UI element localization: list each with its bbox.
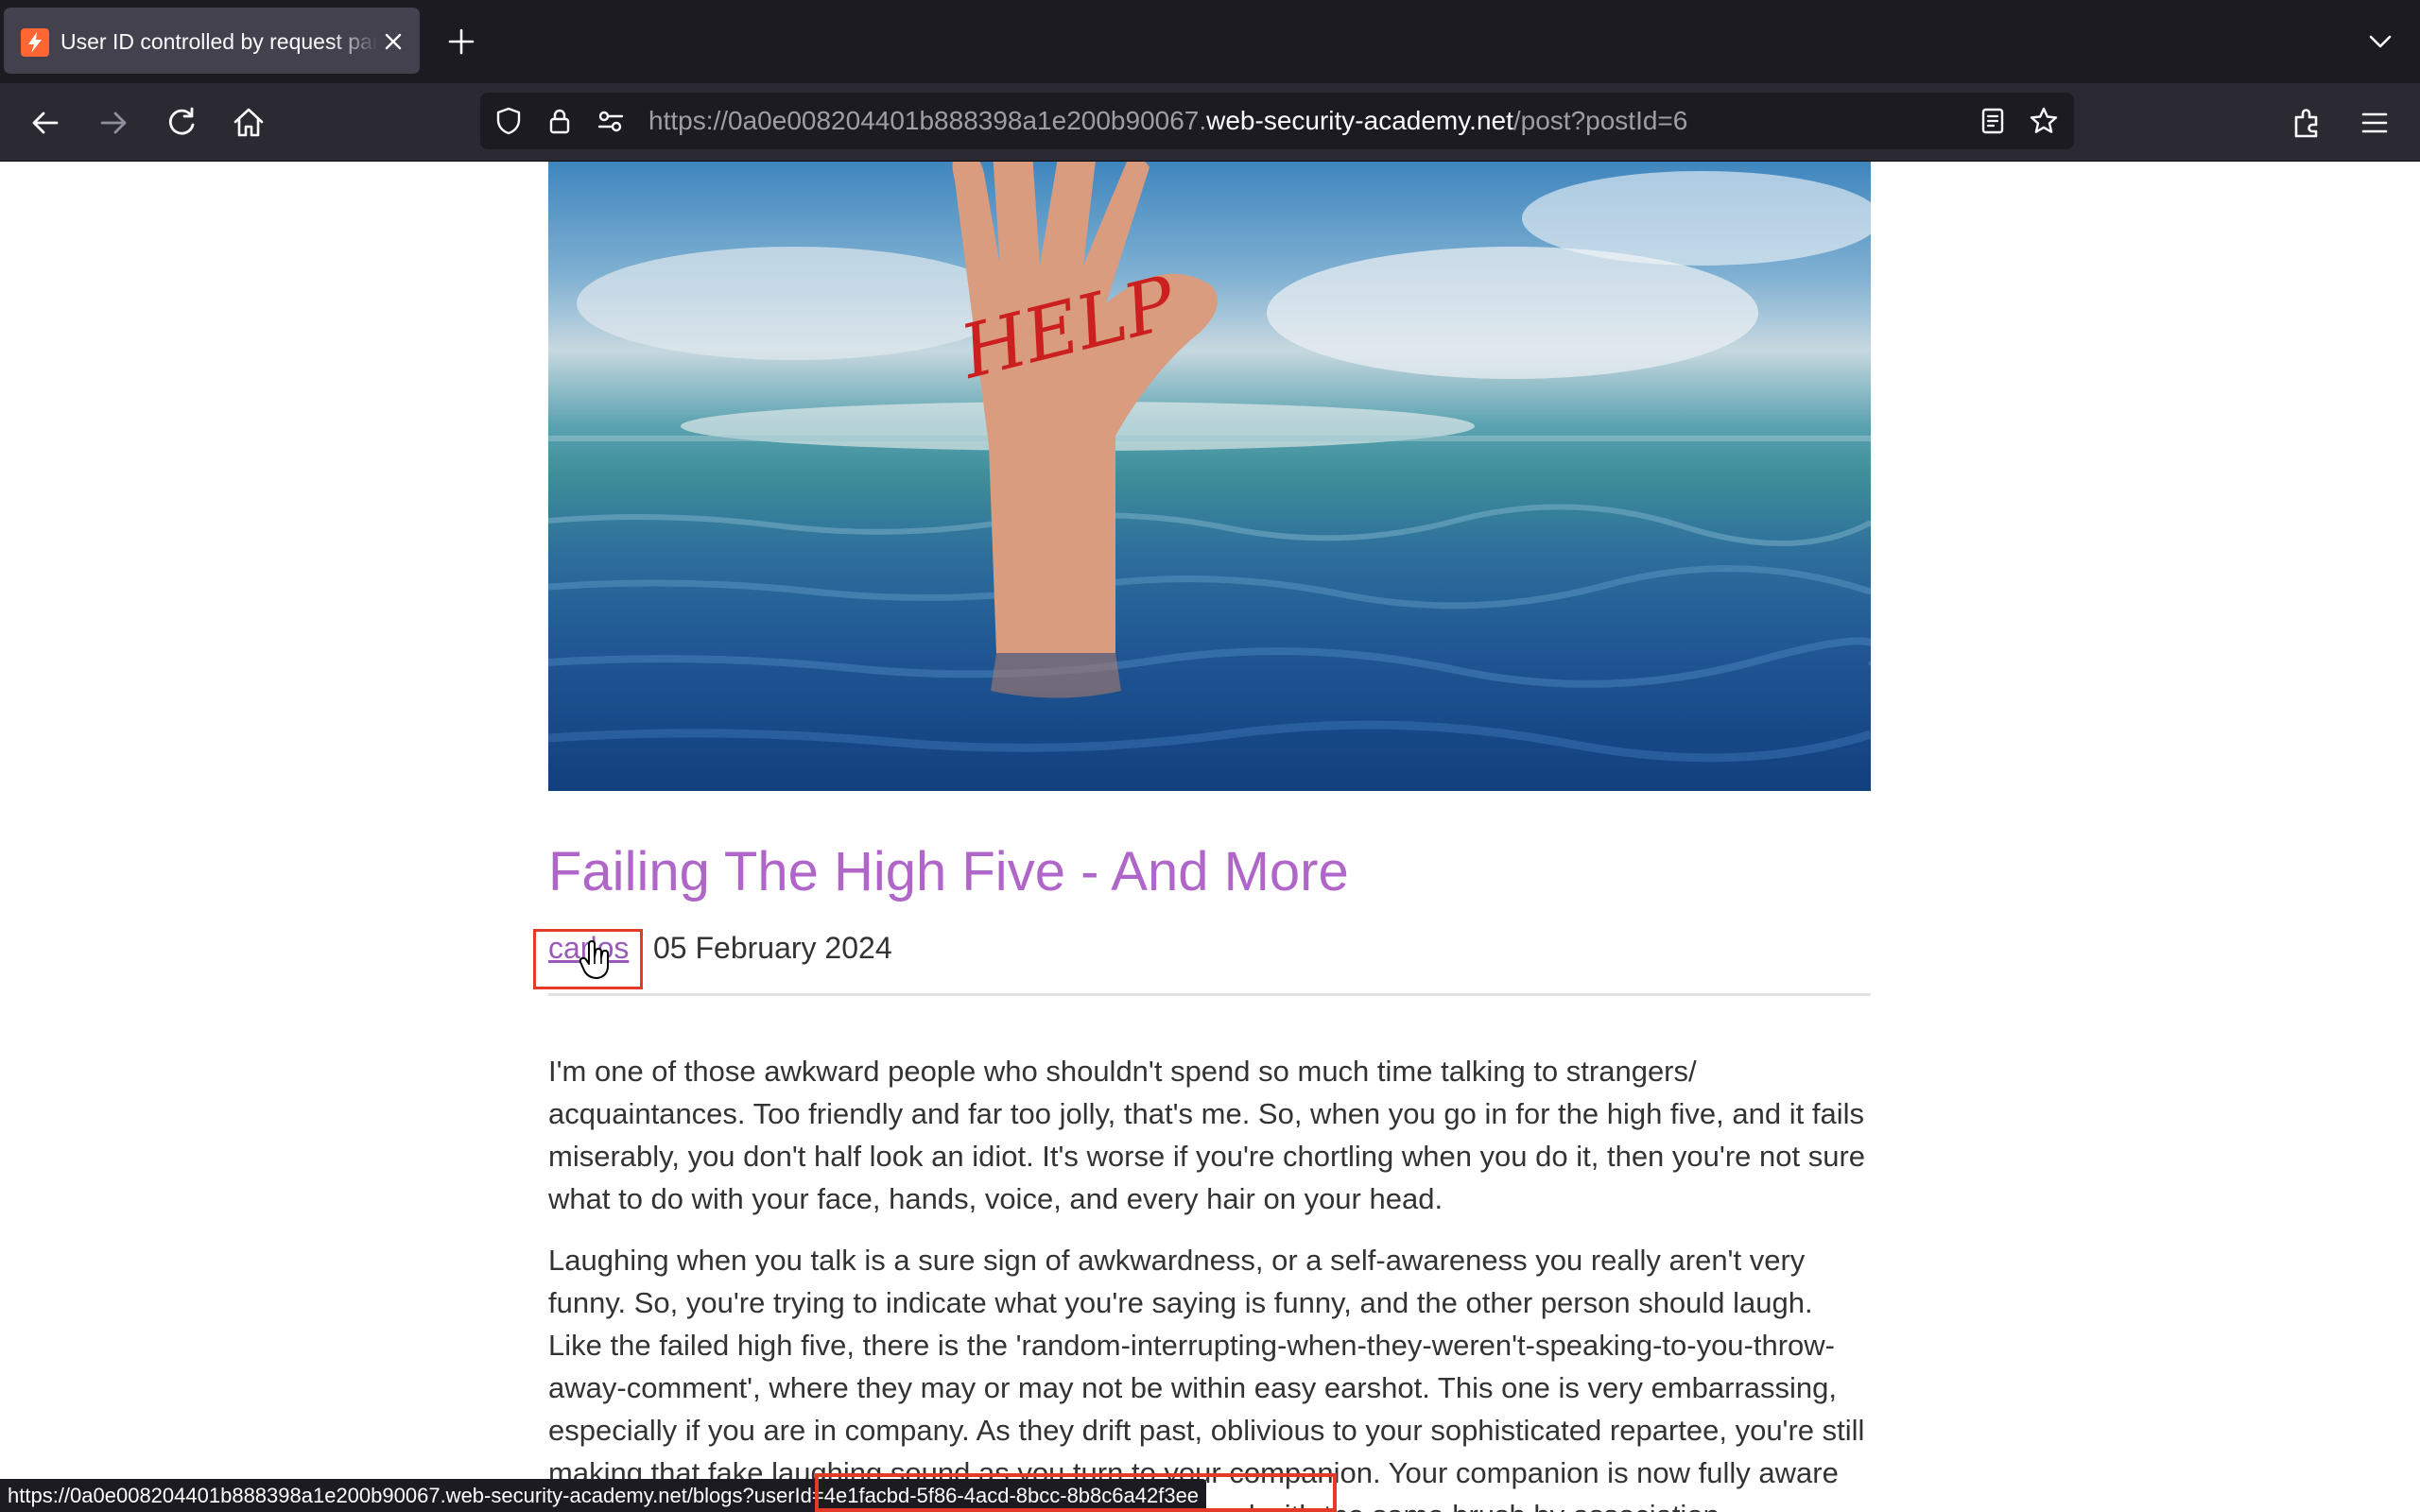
userid-highlight-box [815, 1473, 1337, 1512]
post-hero-image: HELP [548, 162, 1871, 791]
post-paragraph: Laughing when you talk is a sure sign of… [548, 1239, 1872, 1512]
url-bar[interactable]: https://0a0e008204401b888398a1e200b90067… [480, 93, 2074, 149]
close-icon[interactable] [378, 26, 408, 57]
active-tab[interactable]: User ID controlled by request parameter,… [4, 8, 420, 74]
burp-favicon-icon [21, 28, 49, 57]
back-icon[interactable] [25, 102, 66, 144]
url-prefix: https://0a0e008204401b888398a1e200b90067… [648, 106, 1207, 135]
tab-list-icon[interactable] [2363, 25, 2397, 59]
divider [548, 993, 1871, 996]
tab-title: User ID controlled by request parameter,… [60, 29, 378, 54]
reader-view-icon[interactable] [1978, 106, 2008, 136]
forward-icon[interactable] [93, 102, 134, 144]
menu-icon[interactable] [2354, 102, 2395, 144]
post-date: 05 February 2024 [653, 931, 892, 965]
post-paragraph: I'm one of those awkward people who shou… [548, 1050, 1872, 1220]
navigation-toolbar: https://0a0e008204401b888398a1e200b90067… [0, 83, 2420, 162]
tab-bar: User ID controlled by request parameter,… [0, 0, 2420, 83]
url-path: /post?postId=6 [1512, 106, 1688, 135]
url-domain: web-security-academy.net [1206, 106, 1513, 135]
post-paragraph-text: I'm one of those awkward people who shou… [548, 1055, 1866, 1215]
extensions-icon[interactable] [2286, 102, 2327, 144]
hand-pointer-cursor-icon [579, 940, 613, 980]
home-icon[interactable] [228, 102, 269, 144]
lock-icon[interactable] [544, 106, 575, 136]
post-title: Failing The High Five - And More [548, 841, 1349, 902]
post-paragraph-text: Laughing when you talk is a sure sign of… [548, 1244, 1865, 1512]
permissions-icon[interactable] [596, 106, 626, 136]
reload-icon[interactable] [161, 102, 202, 144]
shield-icon[interactable] [493, 106, 524, 136]
new-tab-icon[interactable] [444, 25, 478, 59]
bookmark-star-icon[interactable] [2029, 106, 2059, 136]
url-text[interactable]: https://0a0e008204401b888398a1e200b90067… [648, 106, 1687, 136]
page-content: HELP Failing The High Five - And More ca… [0, 162, 2420, 1512]
